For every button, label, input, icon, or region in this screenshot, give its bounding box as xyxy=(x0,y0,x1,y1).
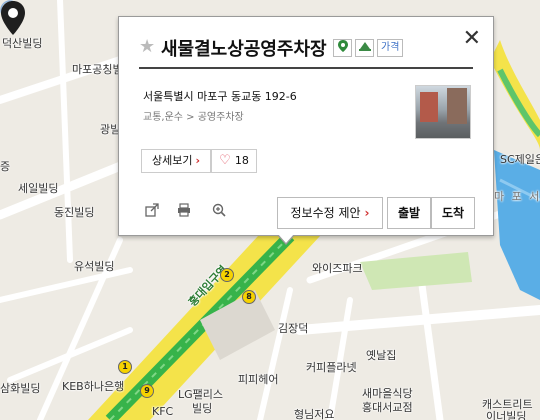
label-dongjin: 동진빌딩 xyxy=(54,206,95,219)
label-deoksan: 덕산빌딩 xyxy=(2,37,43,50)
label-saemul-food-2: 홍대서교점 xyxy=(362,401,413,414)
like-button[interactable]: ♡ 18 xyxy=(211,149,257,173)
share-icon[interactable] xyxy=(145,203,159,221)
label-yeotnal: 옛날집 xyxy=(366,349,397,362)
place-info-popup: ★ 새물결노상공영주차장 가격 ✕ 서울특별시 마포구 동교동 192-6 교통… xyxy=(118,16,494,245)
detail-button[interactable]: 상세보기 › xyxy=(141,149,211,173)
zoom-icon[interactable] xyxy=(212,203,226,221)
popup-tail-fill xyxy=(278,234,294,243)
place-title: 새물결노상공영주차장 xyxy=(161,39,327,60)
place-photo[interactable] xyxy=(415,85,471,139)
label-seil: 세일빌딩 xyxy=(18,182,59,195)
report-edit-label: 정보수정 제안 xyxy=(290,206,361,220)
like-count: 18 xyxy=(234,154,249,167)
chevron-right-icon: › xyxy=(195,154,201,167)
place-tags: 가격 xyxy=(333,39,404,57)
arrive-button[interactable]: 도착 xyxy=(431,197,475,229)
label-mapo-gongdeok: 마포공칭빌 xyxy=(72,63,123,76)
label-samhwa: 삼화빌딩 xyxy=(0,382,41,395)
place-address: 서울특별시 마포구 동교동 192-6 xyxy=(143,90,297,103)
parking-tag-icon xyxy=(355,39,374,57)
label-sc-bank: SC제일은 xyxy=(500,153,540,166)
chevron-right-icon: › xyxy=(364,206,370,220)
pin-tag-icon xyxy=(333,39,352,57)
label-kfc: KFC xyxy=(152,405,174,418)
label-jeung: 증 xyxy=(0,160,11,173)
detail-button-label: 상세보기 xyxy=(151,154,193,167)
label-lg-palace-2: 빌딩 xyxy=(192,402,213,415)
depart-button[interactable]: 출발 xyxy=(387,197,431,229)
close-icon[interactable]: ✕ xyxy=(463,26,481,51)
map-pin-icon[interactable] xyxy=(0,0,26,36)
report-edit-button[interactable]: 정보수정 제안 › xyxy=(277,197,383,229)
label-saemul-food: 새마을식당 xyxy=(362,387,413,400)
label-gimjangdeok: 김장덕 xyxy=(278,322,309,335)
title-divider xyxy=(139,67,473,69)
subway-exit-2-badge: 2 xyxy=(220,268,234,282)
subway-exit-8-badge: 8 xyxy=(242,290,256,304)
label-coffee-planet: 커피플라넷 xyxy=(306,361,357,374)
label-keb: KEB하나은행 xyxy=(62,380,125,393)
label-lg-palace: LG팰리스 xyxy=(178,388,224,401)
heart-icon: ♡ xyxy=(219,153,231,168)
subway-exit-9-badge: 9 xyxy=(140,384,154,398)
label-castle-2: 이너빌딩 xyxy=(486,410,527,420)
print-icon[interactable] xyxy=(177,203,191,221)
label-mapo-seo: 마 포 서 xyxy=(494,190,540,203)
star-icon[interactable]: ★ xyxy=(139,36,155,57)
label-yuseok: 유석빌딩 xyxy=(74,260,115,273)
price-tag: 가격 xyxy=(377,39,404,57)
arrive-label: 도착 xyxy=(441,206,465,220)
label-hyeongnim: 형님저요 xyxy=(294,408,335,420)
depart-label: 출발 xyxy=(397,206,421,220)
label-pippi: 피피헤어 xyxy=(238,373,279,386)
label-wise-park: 와이즈파크 xyxy=(312,262,363,275)
subway-exit-1-badge: 1 xyxy=(118,360,132,374)
place-category: 교통,운수 > 공영주차장 xyxy=(143,112,244,123)
